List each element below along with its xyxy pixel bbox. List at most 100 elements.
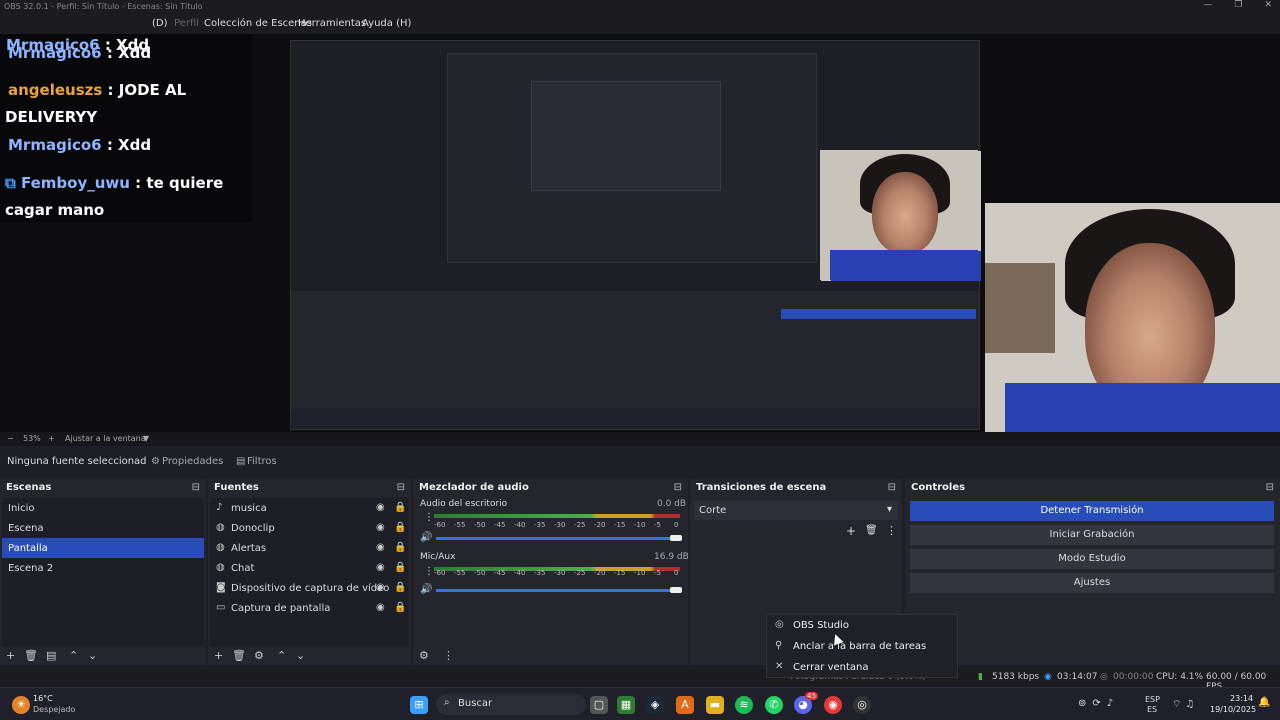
language-1[interactable]: ESP <box>1145 695 1160 704</box>
arrow-up-icon[interactable]: ⌃ <box>277 649 286 662</box>
trash-icon[interactable]: 🗑 <box>865 525 878 536</box>
clock-time[interactable]: 23:14 <box>1230 694 1253 703</box>
close-icon: ✕ <box>775 661 784 672</box>
lock-icon[interactable]: 🔒 <box>394 582 406 593</box>
speaker-icon[interactable]: 🔊 <box>420 584 432 595</box>
add-icon[interactable]: + <box>846 524 856 538</box>
search-icon: ⌕ <box>444 697 450 708</box>
gear-icon[interactable]: ⚙ <box>254 649 264 662</box>
volume-slider[interactable] <box>436 537 682 540</box>
minecraft-icon[interactable]: ▦ <box>617 696 635 714</box>
menu-tools[interactable]: Herramientas <box>298 18 366 29</box>
more-vertical-icon[interactable]: ⋮ <box>443 649 454 662</box>
menu-scene-collection[interactable]: Colección de Escenas <box>204 18 312 29</box>
chevron-down-icon[interactable]: ▼ <box>143 434 149 443</box>
more-vertical-icon[interactable]: ⋮ <box>424 566 434 577</box>
start-recording-button[interactable]: Iniciar Grabación <box>910 525 1274 545</box>
menu-profile[interactable]: Perfil <box>174 18 199 29</box>
webcam-feed-mid <box>820 150 978 280</box>
lock-icon[interactable]: 🔒 <box>394 542 406 553</box>
windows-start-icon[interactable]: ⊞ <box>410 696 428 714</box>
volume-slider-knob[interactable] <box>670 535 682 541</box>
arrow-down-icon[interactable]: ⌄ <box>88 649 97 662</box>
scene-item[interactable]: Escena <box>2 518 204 538</box>
add-icon[interactable]: + <box>6 649 15 662</box>
language-2[interactable]: ES <box>1147 705 1157 714</box>
zoom-out-button[interactable]: − <box>7 434 14 443</box>
chrome-icon[interactable]: ◉ <box>824 696 842 714</box>
zoom-in-button[interactable]: + <box>48 434 55 443</box>
settings-button[interactable]: Ajustes <box>910 573 1274 593</box>
source-item[interactable]: ♪ musica ◉ 🔒 <box>210 498 409 518</box>
tray-icons[interactable]: ⊚⟳♪ <box>1078 698 1119 709</box>
filters-button[interactable]: Filtros <box>247 456 277 467</box>
channel-db: 16.9 dB <box>654 552 689 562</box>
context-obs-studio[interactable]: ◎ OBS Studio <box>767 615 957 636</box>
eye-icon[interactable]: ◉ <box>376 602 385 613</box>
volume-slider-knob[interactable] <box>670 587 682 593</box>
stop-stream-button[interactable]: Detener Transmisión <box>910 501 1274 521</box>
network-volume-icons[interactable]: ⌔♫ <box>1172 698 1198 711</box>
context-close-window[interactable]: ✕ Cerrar ventana <box>767 657 957 678</box>
notification-bell-icon[interactable]: 🔔 <box>1258 697 1270 708</box>
arrow-up-icon[interactable]: ⌃ <box>69 649 78 662</box>
lock-icon[interactable]: 🔒 <box>394 562 406 573</box>
task-view-icon[interactable]: ▢ <box>590 696 608 714</box>
scene-item[interactable]: Inicio <box>2 498 204 518</box>
pin-icon: ⚲ <box>775 640 783 651</box>
more-vertical-icon[interactable]: ⋮ <box>424 512 434 523</box>
maximize-button[interactable]: ❐ <box>1234 0 1242 14</box>
eye-icon[interactable]: ◉ <box>376 502 385 513</box>
preview-canvas[interactable]: Mrmagico6 : Xdd Mrmagico6 : Xdd angeleus… <box>0 34 1280 432</box>
close-window-button[interactable]: ✕ <box>1264 0 1272 14</box>
speaker-icon[interactable]: 🔊 <box>420 532 432 543</box>
source-item[interactable]: ◍ Alertas ◉ 🔒 <box>210 538 409 558</box>
menu-help[interactable]: Ayuda (H) <box>362 18 411 29</box>
transition-select[interactable]: Corte ▾ <box>694 501 898 520</box>
trash-icon[interactable]: 🗑 <box>232 649 246 662</box>
lock-icon[interactable]: 🔒 <box>394 602 406 613</box>
weather-icon[interactable]: ☀ <box>12 696 30 714</box>
add-icon[interactable]: + <box>214 649 223 662</box>
trash-icon[interactable]: 🗑 <box>24 649 38 662</box>
scene-item[interactable]: Escena 2 <box>2 558 204 578</box>
folder-icon[interactable]: ▬ <box>706 696 724 714</box>
zoom-fit-dropdown[interactable]: Ajustar a la ventana <box>65 434 146 443</box>
lock-icon[interactable]: 🔒 <box>394 522 406 533</box>
more-vertical-icon[interactable]: ⋮ <box>886 524 897 537</box>
eye-icon[interactable]: ◉ <box>376 542 385 553</box>
dock-undock-icon[interactable]: ⊟ <box>1266 482 1274 493</box>
gear-icon[interactable]: ⚙ <box>419 649 429 662</box>
eye-icon[interactable]: ◉ <box>376 522 385 533</box>
source-item[interactable]: ◙ Dispositivo de captura de vídeo ◉ 🔒 <box>210 578 409 598</box>
arrow-down-icon[interactable]: ⌄ <box>296 649 305 662</box>
spotify-icon[interactable]: ≋ <box>735 696 753 714</box>
source-item[interactable]: ◍ Chat ◉ 🔒 <box>210 558 409 578</box>
eye-icon[interactable]: ◉ <box>376 582 385 593</box>
app-a-icon[interactable]: A <box>676 696 694 714</box>
volume-slider[interactable] <box>436 589 682 592</box>
eye-icon[interactable]: ◉ <box>376 562 385 573</box>
studio-mode-button[interactable]: Modo Estudio <box>910 549 1274 569</box>
menu-partial[interactable]: (D) <box>152 18 168 29</box>
steam-icon[interactable]: ◈ <box>646 696 664 714</box>
meter-tick-label: -50 <box>474 569 486 577</box>
filter-icon[interactable]: ▤ <box>46 649 56 662</box>
lock-icon[interactable]: 🔒 <box>394 502 406 513</box>
context-pin-taskbar[interactable]: ⚲ Anclar a la barra de tareas <box>767 636 957 657</box>
taskbar-search[interactable]: ⌕ Buscar <box>436 694 586 715</box>
obs-taskbar-icon[interactable]: ◎ <box>853 696 871 714</box>
source-item[interactable]: ◍ Donoclip ◉ 🔒 <box>210 518 409 538</box>
clock-date[interactable]: 19/10/2025 <box>1210 705 1256 714</box>
dock-undock-icon[interactable]: ⊟ <box>888 482 896 493</box>
source-item[interactable]: ▭ Captura de pantalla ◉ 🔒 <box>210 598 409 618</box>
sources-list: ♪ musica ◉ 🔒 ◍ Donoclip ◉ 🔒 ◍ Alertas ◉ … <box>210 498 409 647</box>
scene-item-selected[interactable]: Pantalla <box>2 538 204 558</box>
properties-button[interactable]: Propiedades <box>162 456 223 467</box>
dock-undock-icon[interactable]: ⊟ <box>674 482 682 493</box>
meter-tick-label: -40 <box>514 521 526 529</box>
dock-undock-icon[interactable]: ⊟ <box>397 482 405 493</box>
whatsapp-icon[interactable]: ✆ <box>765 696 783 714</box>
minimize-button[interactable]: — <box>1203 0 1212 14</box>
dock-undock-icon[interactable]: ⊟ <box>192 482 200 493</box>
